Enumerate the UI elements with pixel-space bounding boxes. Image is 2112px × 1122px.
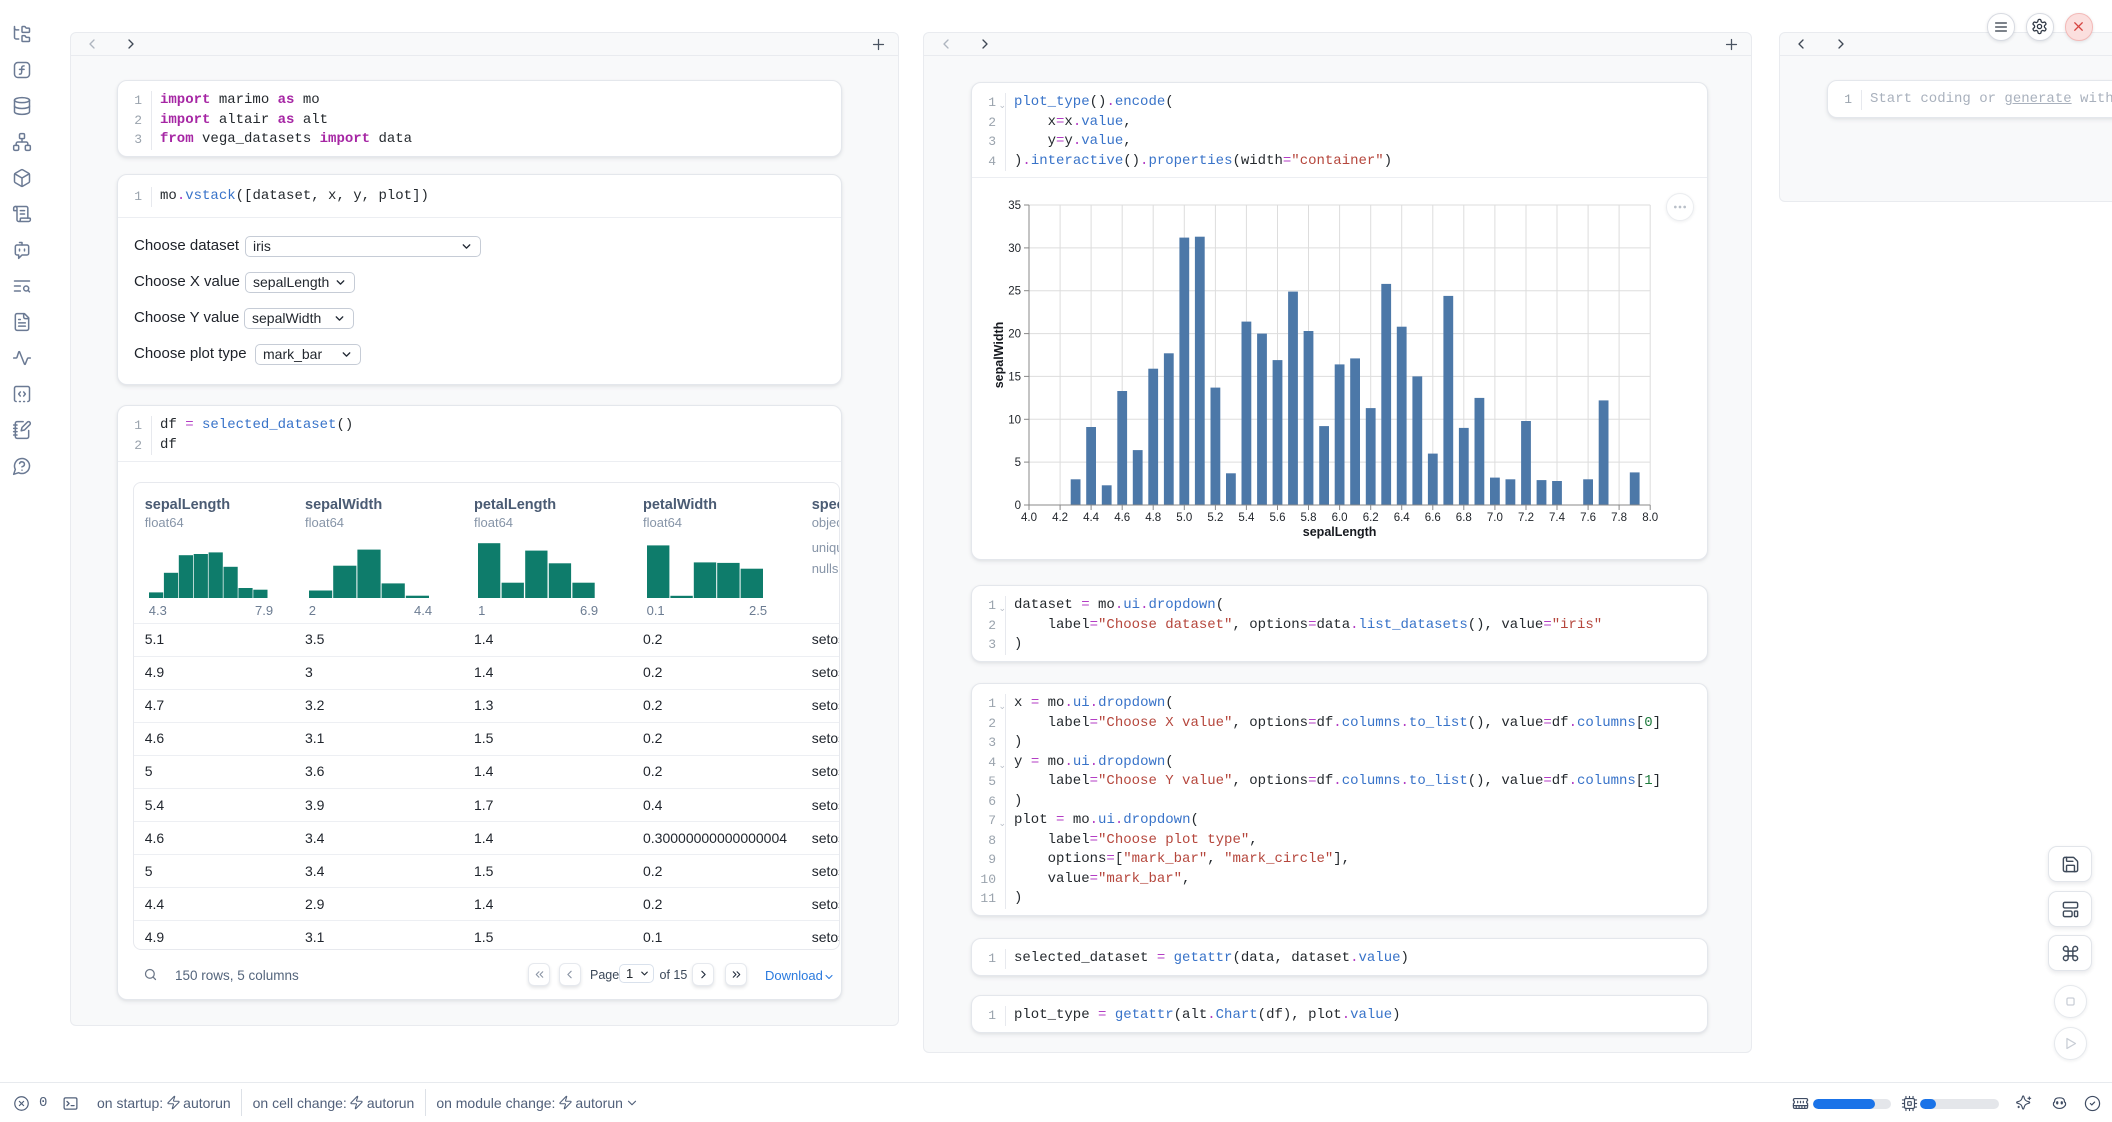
svg-text:7.0: 7.0 (1487, 512, 1503, 524)
svg-text:20: 20 (1008, 329, 1021, 341)
svg-text:25: 25 (1008, 286, 1021, 298)
svg-text:4.8: 4.8 (1145, 512, 1161, 524)
svg-text:10: 10 (1008, 414, 1021, 426)
svg-text:5.0: 5.0 (1176, 512, 1192, 524)
svg-text:7.2: 7.2 (1518, 512, 1534, 524)
svg-text:5.8: 5.8 (1301, 512, 1317, 524)
svg-text:0: 0 (1015, 500, 1021, 512)
svg-text:4.4: 4.4 (1083, 512, 1100, 524)
svg-text:7.4: 7.4 (1549, 512, 1566, 524)
svg-text:4.6: 4.6 (1114, 512, 1130, 524)
svg-text:6.6: 6.6 (1425, 512, 1441, 524)
svg-text:6.8: 6.8 (1456, 512, 1472, 524)
svg-text:7.8: 7.8 (1611, 512, 1627, 524)
svg-text:15: 15 (1008, 371, 1021, 383)
svg-text:6.0: 6.0 (1332, 512, 1348, 524)
svg-text:7.6: 7.6 (1580, 512, 1596, 524)
svg-text:35: 35 (1008, 200, 1021, 212)
svg-text:sepalWidth: sepalWidth (992, 322, 1006, 389)
svg-text:4.2: 4.2 (1052, 512, 1068, 524)
svg-text:5: 5 (1015, 457, 1021, 469)
svg-text:5.4: 5.4 (1238, 512, 1255, 524)
svg-text:6.4: 6.4 (1394, 512, 1411, 524)
svg-text:4.0: 4.0 (1021, 512, 1037, 524)
svg-text:8.0: 8.0 (1642, 512, 1658, 524)
svg-text:5.2: 5.2 (1207, 512, 1223, 524)
svg-text:sepalLength: sepalLength (1303, 525, 1377, 539)
svg-text:5.6: 5.6 (1270, 512, 1286, 524)
svg-text:6.2: 6.2 (1363, 512, 1379, 524)
svg-text:30: 30 (1008, 243, 1021, 255)
